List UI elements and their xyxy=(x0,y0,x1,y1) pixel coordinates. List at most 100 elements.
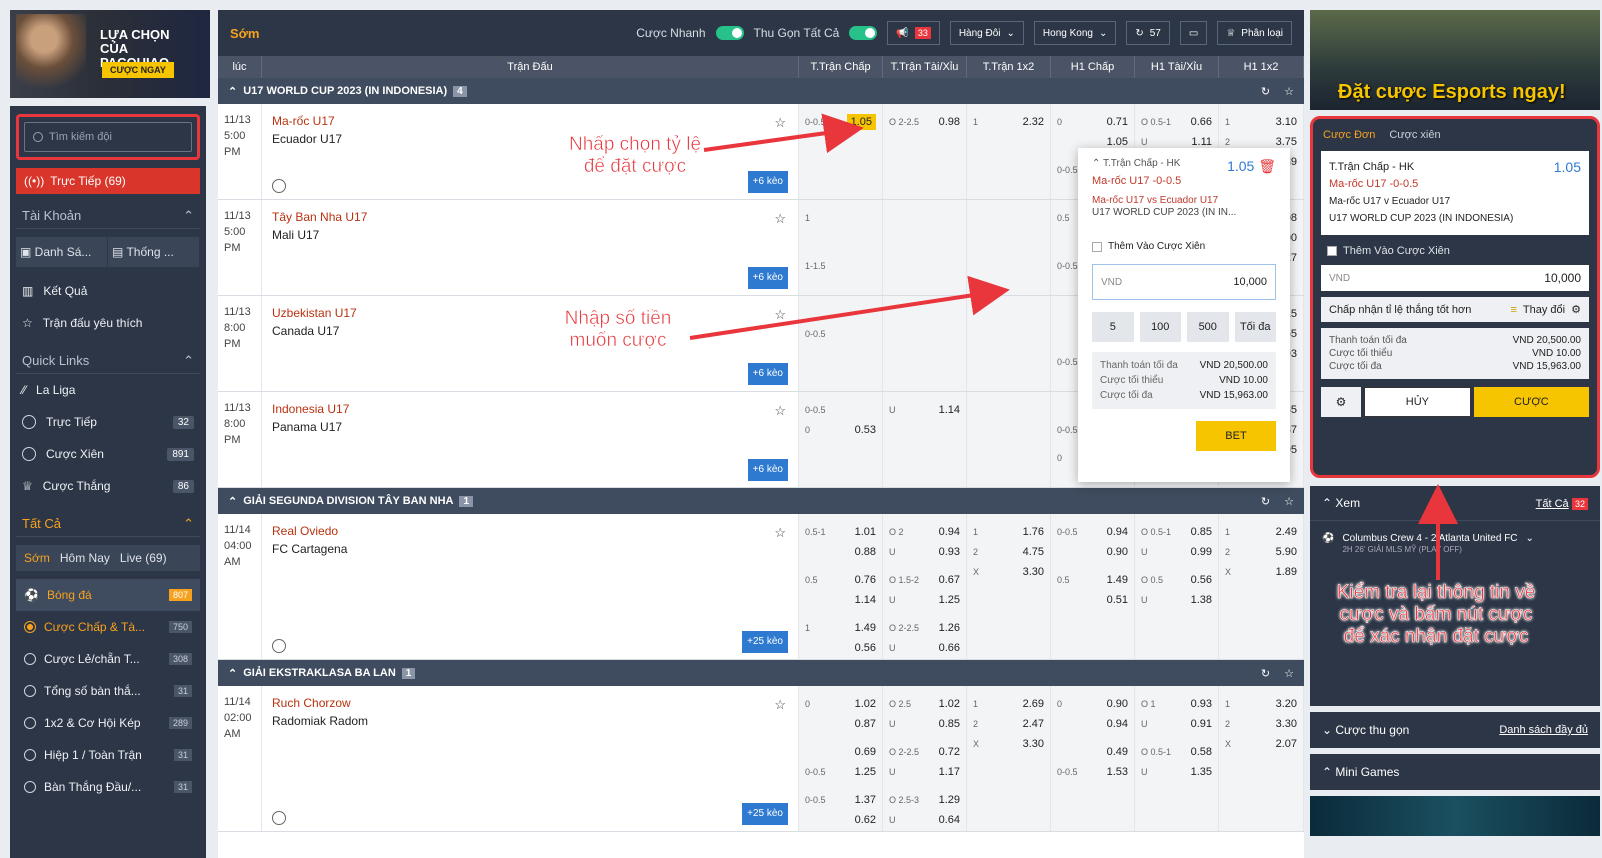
slip-amount-input[interactable]: VND 10,000 xyxy=(1321,265,1589,291)
odds-line[interactable]: 0.51 xyxy=(1051,590,1134,610)
odds-value[interactable]: 5.90 xyxy=(1276,546,1297,558)
odds-line[interactable]: 0 1.02 xyxy=(799,694,882,714)
play-icon[interactable] xyxy=(272,179,286,193)
market-half-full[interactable]: Hiệp 1 / Toàn Trận 31 xyxy=(16,739,200,771)
odds-value[interactable]: 1.76 xyxy=(1023,526,1044,538)
odds-value[interactable]: 1.35 xyxy=(1191,766,1212,778)
more-markets-button[interactable]: +6 kèo xyxy=(747,171,788,193)
odds-value[interactable]: 0.99 xyxy=(1191,546,1212,558)
odds-line[interactable]: 0.5-1 1.01 xyxy=(799,522,882,542)
odds-line[interactable]: X 1.89 xyxy=(1219,562,1303,582)
odds-line[interactable]: 0-0.5 1.05 xyxy=(799,112,882,132)
odds-line[interactable]: 0-0.5 0.94 xyxy=(1051,522,1134,542)
watch-game-item[interactable]: ⚽ Columbus Crew 4 - 2 Atlanta United FC 2… xyxy=(1310,521,1600,566)
team-search-input[interactable]: Tìm kiếm đội xyxy=(24,122,192,152)
odds-line[interactable]: 0.56 xyxy=(799,638,882,658)
slip-parlay-checkbox[interactable]: Thêm Vào Cược Xiên xyxy=(1315,237,1595,265)
odds-value[interactable]: 1.37 xyxy=(855,794,876,806)
odds-value[interactable]: 1.89 xyxy=(1276,566,1297,578)
odds-value[interactable]: 1.29 xyxy=(939,794,960,806)
odds-line[interactable]: O 2.5-3 1.29 xyxy=(883,790,966,810)
layout-button[interactable]: ▭ xyxy=(1179,21,1208,45)
trash-icon[interactable]: 🗑 xyxy=(1258,158,1276,174)
odds-line[interactable]: 1 1.76 xyxy=(967,522,1050,542)
popup-parlay-checkbox[interactable]: Thêm Vào Cược Xiên xyxy=(1092,241,1276,252)
notifications-button[interactable]: 📢 33 xyxy=(887,21,940,45)
odds-line[interactable]: 0.5 1.49 xyxy=(1051,570,1134,590)
market-handicap[interactable]: Cược Chấp & Tà... 750 xyxy=(16,611,200,643)
odds-value[interactable]: 0.62 xyxy=(855,814,876,826)
odds-value[interactable]: 1.05 xyxy=(1107,136,1128,148)
gear-icon[interactable]: ⚙ xyxy=(1571,303,1581,316)
odds-value[interactable]: 3.30 xyxy=(1276,718,1297,730)
odds-value[interactable]: 0.87 xyxy=(855,718,876,730)
odds-line[interactable]: 0-0.5 1.53 xyxy=(1051,762,1134,782)
star-icon[interactable]: ☆ xyxy=(774,210,786,228)
odds-value[interactable]: 1.01 xyxy=(855,526,876,538)
odds-line[interactable]: O 2-2.5 0.98 xyxy=(883,112,966,132)
play-icon[interactable] xyxy=(272,639,286,653)
star-icon[interactable]: ☆ xyxy=(1284,667,1294,680)
more-markets-button[interactable]: +6 kèo xyxy=(747,459,788,481)
quick-amount-500[interactable]: 500 xyxy=(1187,312,1229,342)
odds-value[interactable]: 3.20 xyxy=(1276,698,1297,710)
odds-line[interactable]: U 1.14 xyxy=(883,400,966,420)
odds-line[interactable]: U 0.66 xyxy=(883,638,966,658)
nav-laliga[interactable]: ⁄⁄ La Liga xyxy=(10,374,206,406)
nav-outright[interactable]: ♕ Cược Thắng 86 xyxy=(10,470,206,502)
odds-value[interactable]: 2.69 xyxy=(1023,698,1044,710)
popup-bet-button[interactable]: BET xyxy=(1196,421,1276,451)
mini-games-header[interactable]: ⌃ Mini Games xyxy=(1310,754,1600,790)
quick-links-header[interactable]: Quick Links ⌃ xyxy=(16,339,200,374)
odds-value[interactable]: 3.10 xyxy=(1276,116,1297,128)
odds-line[interactable]: 0.62 xyxy=(799,810,882,830)
odds-value[interactable]: 1.02 xyxy=(855,698,876,710)
place-bet-button[interactable]: CƯỢC xyxy=(1473,387,1589,417)
odds-line[interactable]: O 0.5-1 0.85 xyxy=(1135,522,1218,542)
odds-line[interactable]: 1 2.69 xyxy=(967,694,1050,714)
tab-bet-list[interactable]: ▣ Danh Sá... xyxy=(16,237,108,267)
tab-statement[interactable]: ▤ Thống ... xyxy=(108,237,200,267)
star-icon[interactable]: ☆ xyxy=(774,402,786,420)
odds-value[interactable]: 0.88 xyxy=(855,546,876,558)
odds-value[interactable]: 0.56 xyxy=(855,642,876,654)
odds-value[interactable]: 1.17 xyxy=(939,766,960,778)
odds-value[interactable]: 0.93 xyxy=(939,546,960,558)
odds-value[interactable]: 0.85 xyxy=(1191,526,1212,538)
all-sports-header[interactable]: Tất Cả ⌃ xyxy=(16,502,200,537)
odds-line[interactable]: U 1.38 xyxy=(1135,590,1218,610)
odds-value[interactable]: 1.38 xyxy=(1191,594,1212,606)
odds-value[interactable]: 2.49 xyxy=(1276,526,1297,538)
odds-value[interactable]: 0.56 xyxy=(1191,574,1212,586)
odds-value[interactable]: 0.64 xyxy=(939,814,960,826)
odds-value[interactable]: 0.85 xyxy=(939,718,960,730)
pacquiao-promo-banner[interactable]: LỰA CHỌN CỦA PACQUIAO CƯỢC NGAY xyxy=(10,10,210,98)
odds-value[interactable]: 0.93 xyxy=(1191,698,1212,710)
compact-bets-header[interactable]: ⌄ Cược thu gọn Danh sách đầy đủ xyxy=(1310,712,1600,748)
quick-amount-100[interactable]: 100 xyxy=(1139,312,1181,342)
play-icon[interactable] xyxy=(272,811,286,825)
odds-line[interactable]: 0.94 xyxy=(1051,714,1134,734)
watch-all-link[interactable]: Tất Cả xyxy=(1536,498,1569,510)
odds-line[interactable]: 2 5.90 xyxy=(1219,542,1303,562)
tab-today[interactable]: Hôm Nay xyxy=(60,551,110,565)
odds-value[interactable]: 0.67 xyxy=(939,574,960,586)
odds-line[interactable]: 1 2.32 xyxy=(967,112,1050,132)
odds-line[interactable]: 0.90 xyxy=(1051,542,1134,562)
star-icon[interactable]: ☆ xyxy=(1284,85,1294,98)
odds-line[interactable]: 0.5 0.76 xyxy=(799,570,882,590)
odds-value[interactable]: 0.71 xyxy=(1107,116,1128,128)
settings-button[interactable]: ⚙ xyxy=(1321,387,1361,417)
mini-games-banner[interactable] xyxy=(1310,796,1600,836)
quick-bet-toggle[interactable] xyxy=(715,26,744,40)
watch-header[interactable]: ⌃ Xem Tất Cả 32 xyxy=(1310,486,1600,521)
odds-value[interactable]: 2.47 xyxy=(1023,718,1044,730)
nav-parlay[interactable]: Cược Xiên 891 xyxy=(10,438,206,470)
odds-value[interactable]: 0.69 xyxy=(855,746,876,758)
match-teams[interactable]: Indonesia U17 Panama U17 ☆ +6 kèo xyxy=(262,392,799,487)
odds-line[interactable]: 0 0.71 xyxy=(1051,112,1134,132)
odds-line[interactable]: U 0.91 xyxy=(1135,714,1218,734)
odds-value[interactable]: 1.49 xyxy=(855,622,876,634)
odds-line[interactable]: 1 xyxy=(799,208,882,228)
more-markets-button[interactable]: +6 kèo xyxy=(747,267,788,289)
